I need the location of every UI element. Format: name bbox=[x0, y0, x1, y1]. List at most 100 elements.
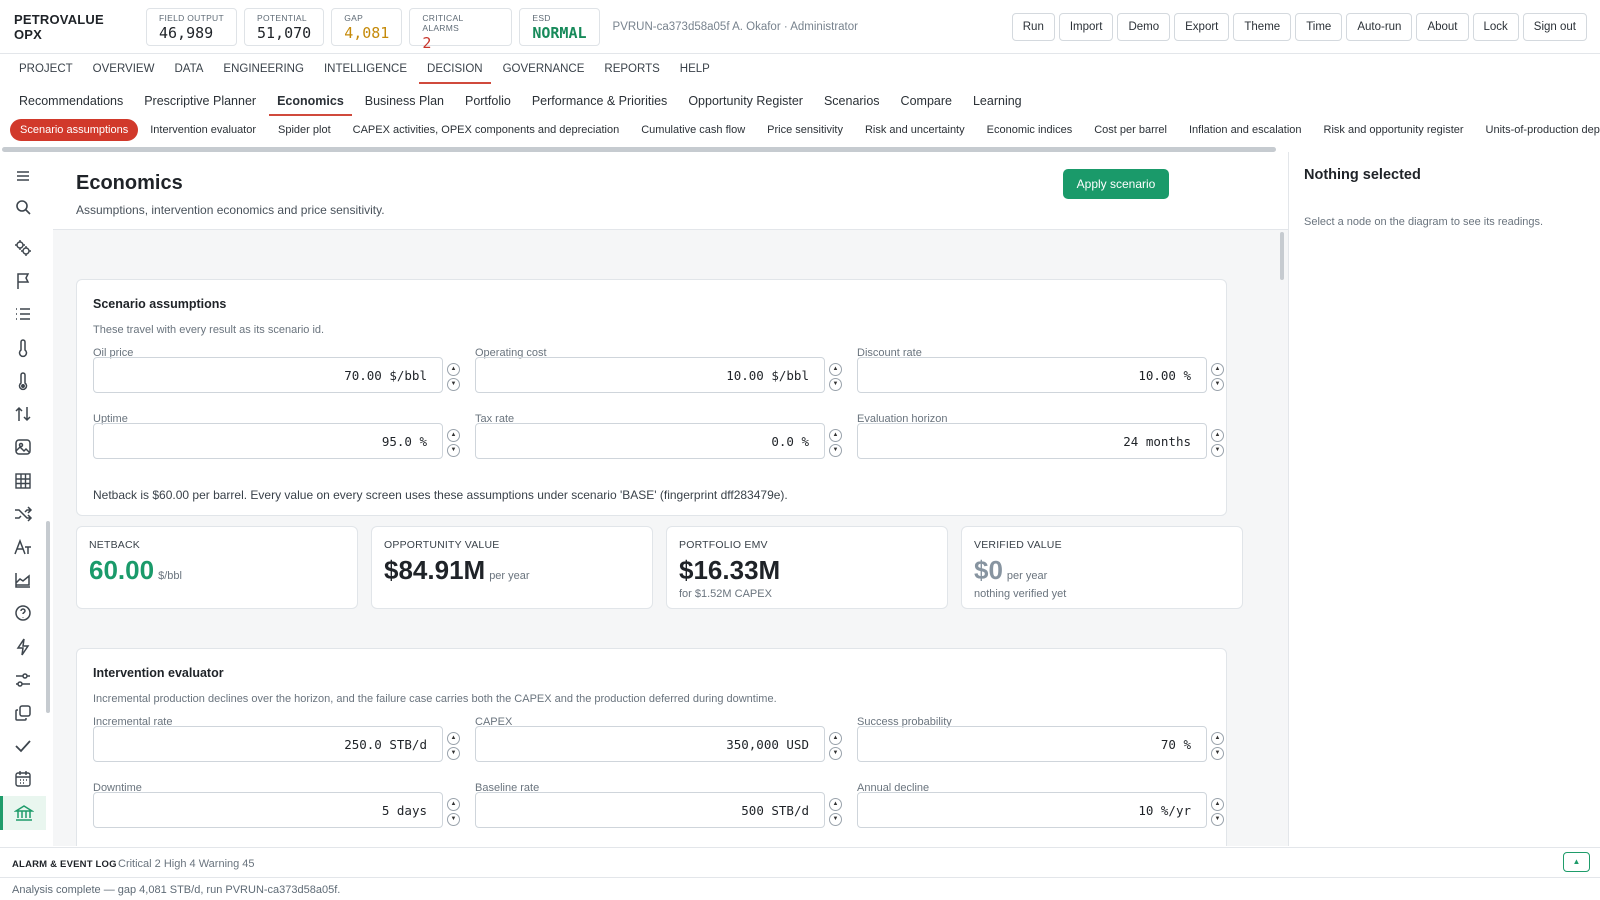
alarm-log-title[interactable]: ALARM & EVENT LOG bbox=[12, 859, 117, 870]
nav-project[interactable]: PROJECT bbox=[11, 56, 81, 84]
tab-prescriptive-planner[interactable]: Prescriptive Planner bbox=[136, 88, 264, 116]
downtime-input[interactable]: 5 days bbox=[93, 792, 443, 828]
nav-help[interactable]: HELP bbox=[672, 56, 718, 84]
transfer-icon[interactable] bbox=[13, 404, 33, 424]
step-up-icon[interactable]: ▲ bbox=[447, 798, 460, 811]
subtab-cumulative-cash-flow[interactable]: Cumulative cash flow bbox=[631, 119, 755, 141]
step-up-icon[interactable]: ▲ bbox=[829, 732, 842, 745]
operating-cost-input[interactable]: 10.00 $/bbl bbox=[475, 357, 825, 393]
lock-button[interactable]: Lock bbox=[1472, 13, 1519, 41]
nav-reports[interactable]: REPORTS bbox=[596, 56, 667, 84]
step-down-icon[interactable]: ▼ bbox=[1211, 378, 1224, 391]
step-down-icon[interactable]: ▼ bbox=[829, 747, 842, 760]
operating-cost-stepper[interactable]: ▲ ▼ bbox=[829, 363, 843, 393]
step-up-icon[interactable]: ▲ bbox=[1211, 429, 1224, 442]
import-button[interactable]: Import bbox=[1058, 13, 1114, 41]
nav-data[interactable]: DATA bbox=[166, 56, 211, 84]
copy-icon[interactable] bbox=[13, 703, 33, 723]
subtab-risk-uncertainty[interactable]: Risk and uncertainty bbox=[855, 119, 975, 141]
thermometer-alt-icon[interactable] bbox=[13, 371, 33, 391]
menu-icon[interactable] bbox=[13, 166, 33, 186]
uptime-input[interactable]: 95.0 % bbox=[93, 423, 443, 459]
nav-overview[interactable]: OVERVIEW bbox=[85, 56, 163, 84]
sliders-icon[interactable] bbox=[13, 670, 33, 690]
check-icon[interactable] bbox=[13, 736, 33, 756]
export-button[interactable]: Export bbox=[1174, 13, 1230, 41]
apply-scenario-button[interactable]: Apply scenario bbox=[1063, 169, 1169, 199]
step-up-icon[interactable]: ▲ bbox=[829, 363, 842, 376]
step-up-icon[interactable]: ▲ bbox=[829, 429, 842, 442]
step-down-icon[interactable]: ▼ bbox=[829, 813, 842, 826]
subtab-price-sensitivity[interactable]: Price sensitivity bbox=[757, 119, 853, 141]
uptime-stepper[interactable]: ▲ ▼ bbox=[447, 429, 461, 459]
oil-price-input[interactable]: 70.00 $/bbl bbox=[93, 357, 443, 393]
evaluation-horizon-stepper[interactable]: ▲ ▼ bbox=[1211, 429, 1225, 459]
shuffle-icon[interactable] bbox=[13, 504, 33, 524]
gears-icon[interactable] bbox=[13, 238, 33, 258]
tab-business-plan[interactable]: Business Plan bbox=[357, 88, 452, 116]
demo-button[interactable]: Demo bbox=[1117, 13, 1171, 41]
time-button[interactable]: Time bbox=[1295, 13, 1343, 41]
step-down-icon[interactable]: ▼ bbox=[447, 378, 460, 391]
subtab-inflation-escalation[interactable]: Inflation and escalation bbox=[1179, 119, 1312, 141]
bolt-icon[interactable] bbox=[13, 637, 33, 657]
vertical-scrollbar[interactable] bbox=[1280, 232, 1284, 280]
subtab-units-of-production[interactable]: Units-of-production deprec bbox=[1476, 119, 1600, 141]
tab-recommendations[interactable]: Recommendations bbox=[11, 88, 131, 116]
incremental-rate-stepper[interactable]: ▲ ▼ bbox=[447, 732, 461, 762]
thermometer-icon[interactable] bbox=[13, 338, 33, 358]
annual-decline-input[interactable]: 10 %/yr bbox=[857, 792, 1207, 828]
downtime-stepper[interactable]: ▲ ▼ bbox=[447, 798, 461, 828]
step-up-icon[interactable]: ▲ bbox=[447, 363, 460, 376]
baseline-rate-stepper[interactable]: ▲ ▼ bbox=[829, 798, 843, 828]
step-down-icon[interactable]: ▼ bbox=[829, 378, 842, 391]
step-down-icon[interactable]: ▼ bbox=[1211, 747, 1224, 760]
search-icon[interactable] bbox=[13, 197, 33, 217]
list-icon[interactable] bbox=[13, 304, 33, 324]
subtab-economic-indices[interactable]: Economic indices bbox=[977, 119, 1083, 141]
bank-icon[interactable] bbox=[0, 796, 46, 830]
step-up-icon[interactable]: ▲ bbox=[447, 732, 460, 745]
evaluation-horizon-input[interactable]: 24 months bbox=[857, 423, 1207, 459]
step-down-icon[interactable]: ▼ bbox=[1211, 813, 1224, 826]
nav-engineering[interactable]: ENGINEERING bbox=[215, 56, 312, 84]
step-up-icon[interactable]: ▲ bbox=[447, 429, 460, 442]
tab-portfolio[interactable]: Portfolio bbox=[457, 88, 519, 116]
step-up-icon[interactable]: ▲ bbox=[829, 798, 842, 811]
discount-rate-stepper[interactable]: ▲ ▼ bbox=[1211, 363, 1225, 393]
tab-learning[interactable]: Learning bbox=[965, 88, 1030, 116]
calendar-icon[interactable] bbox=[13, 769, 33, 789]
step-up-icon[interactable]: ▲ bbox=[1211, 798, 1224, 811]
about-button[interactable]: About bbox=[1416, 13, 1469, 41]
subtab-scenario-assumptions[interactable]: Scenario assumptions bbox=[10, 119, 139, 141]
incremental-rate-input[interactable]: 250.0 STB/d bbox=[93, 726, 443, 762]
tab-opportunity-register[interactable]: Opportunity Register bbox=[680, 88, 811, 116]
subtab-risk-opportunity-register[interactable]: Risk and opportunity register bbox=[1314, 119, 1474, 141]
tax-rate-stepper[interactable]: ▲ ▼ bbox=[829, 429, 843, 459]
area-chart-icon[interactable] bbox=[13, 570, 33, 590]
tab-compare[interactable]: Compare bbox=[893, 88, 960, 116]
tab-performance-priorities[interactable]: Performance & Priorities bbox=[524, 88, 675, 116]
subtab-capex-opex[interactable]: CAPEX activities, OPEX components and de… bbox=[343, 119, 630, 141]
auto-run-button[interactable]: Auto-run bbox=[1346, 13, 1413, 41]
capex-input[interactable]: 350,000 USD bbox=[475, 726, 825, 762]
step-down-icon[interactable]: ▼ bbox=[447, 813, 460, 826]
subtab-spider-plot[interactable]: Spider plot bbox=[268, 119, 341, 141]
step-up-icon[interactable]: ▲ bbox=[1211, 363, 1224, 376]
rail-scrollbar[interactable] bbox=[46, 521, 50, 713]
tab-economics[interactable]: Economics bbox=[269, 88, 352, 116]
table-icon[interactable] bbox=[13, 471, 33, 491]
oil-price-stepper[interactable]: ▲ ▼ bbox=[447, 363, 461, 393]
expand-log-icon[interactable]: ▲ bbox=[1563, 852, 1590, 872]
capex-stepper[interactable]: ▲ ▼ bbox=[829, 732, 843, 762]
success-probability-stepper[interactable]: ▲ ▼ bbox=[1211, 732, 1225, 762]
tax-rate-input[interactable]: 0.0 % bbox=[475, 423, 825, 459]
nav-governance[interactable]: GOVERNANCE bbox=[495, 56, 593, 84]
tab-scenarios[interactable]: Scenarios bbox=[816, 88, 888, 116]
run-button[interactable]: Run bbox=[1011, 13, 1055, 41]
step-down-icon[interactable]: ▼ bbox=[1211, 444, 1224, 457]
help-icon[interactable] bbox=[13, 603, 33, 623]
step-down-icon[interactable]: ▼ bbox=[829, 444, 842, 457]
image-icon[interactable] bbox=[13, 437, 33, 457]
flag-icon[interactable] bbox=[13, 271, 33, 291]
